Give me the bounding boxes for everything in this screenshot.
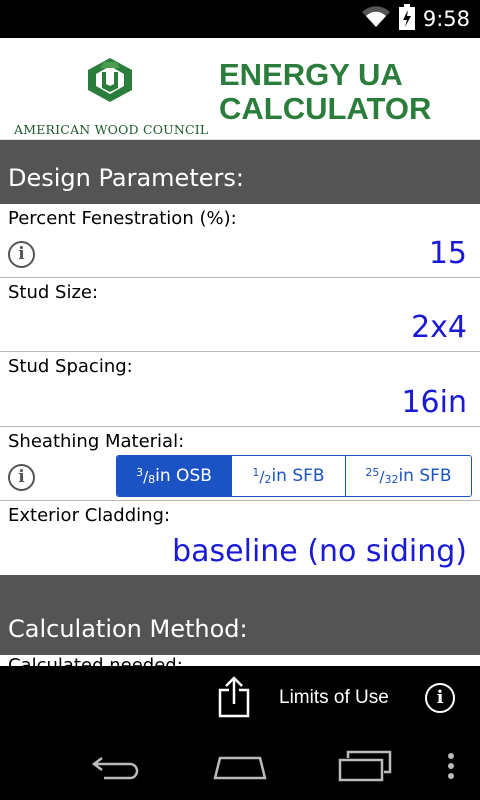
calculated-needed-label: Calculated needed: (8, 655, 183, 666)
back-icon[interactable] (90, 752, 142, 786)
section-header-design: Design Parameters: (0, 140, 480, 204)
sheathing-segmented-control[interactable]: 3/8 in OSB 1/2 in SFB 25/32 in SFB (116, 455, 472, 497)
share-icon[interactable] (218, 676, 250, 718)
home-icon[interactable] (212, 752, 268, 786)
stud-size-label: Stud Size: (8, 282, 99, 303)
system-nav-bar (0, 730, 480, 800)
stud-spacing-label: Stud Spacing: (8, 356, 133, 377)
app-title-line2: CALCULATOR (219, 91, 432, 126)
form-content[interactable]: Design Parameters: Percent Fenestration … (0, 140, 480, 666)
calculated-needed-row[interactable]: Calculated needed: (0, 655, 480, 666)
fenestration-value[interactable]: 15 (429, 236, 467, 271)
stud-spacing-row[interactable]: Stud Spacing: 16in (0, 352, 480, 427)
section-title: Calculation Method: (8, 615, 248, 643)
cladding-label: Exterior Cladding: (8, 505, 171, 526)
fenestration-label: Percent Fenestration (%): (8, 208, 237, 229)
about-info-icon[interactable]: i (425, 683, 455, 713)
awc-logo-mark-icon (88, 58, 132, 102)
awc-logo: AMERICAN WOOD COUNCIL (10, 54, 210, 137)
sheathing-option-sfb-25-32[interactable]: 25/32 in SFB (346, 456, 471, 496)
app-title-line1: ENERGY UA (219, 57, 403, 92)
sheathing-row: Sheathing Material: i 3/8 in OSB 1/2 in SF… (0, 427, 480, 501)
section-header-calc: Calculation Method: (0, 575, 480, 655)
sheathing-label: Sheathing Material: (8, 431, 185, 452)
cladding-value[interactable]: baseline (no siding) (172, 534, 467, 569)
cladding-row[interactable]: Exterior Cladding: baseline (no siding) (0, 501, 480, 575)
section-title: Design Parameters: (8, 164, 244, 192)
stud-size-row[interactable]: Stud Size: 2x4 (0, 278, 480, 352)
fenestration-row[interactable]: Percent Fenestration (%): i 15 (0, 204, 480, 278)
org-name: AMERICAN WOOD COUNCIL (14, 122, 209, 137)
app-title: ENERGY UA CALCULATOR (219, 58, 431, 126)
info-icon[interactable]: i (8, 241, 35, 268)
info-icon[interactable]: i (8, 464, 35, 491)
clock: 9:58 (422, 7, 470, 31)
limits-of-use-button[interactable]: Limits of Use (279, 687, 389, 709)
wifi-icon (361, 5, 391, 33)
app-header: AMERICAN WOOD COUNCIL ENERGY UA CALCULAT… (0, 38, 480, 140)
battery-charging-icon (398, 4, 415, 34)
recent-apps-icon[interactable] (338, 750, 392, 786)
overflow-menu-icon[interactable] (447, 752, 455, 784)
stud-size-value[interactable]: 2x4 (411, 310, 467, 345)
sheathing-option-osb-3-8[interactable]: 3/8 in OSB (117, 456, 232, 496)
bottom-action-bar: Limits of Use i (0, 666, 480, 730)
sheathing-option-sfb-1-2[interactable]: 1/2 in SFB (232, 456, 346, 496)
stud-spacing-value[interactable]: 16in (401, 385, 467, 420)
status-bar: 9:58 (0, 0, 480, 38)
